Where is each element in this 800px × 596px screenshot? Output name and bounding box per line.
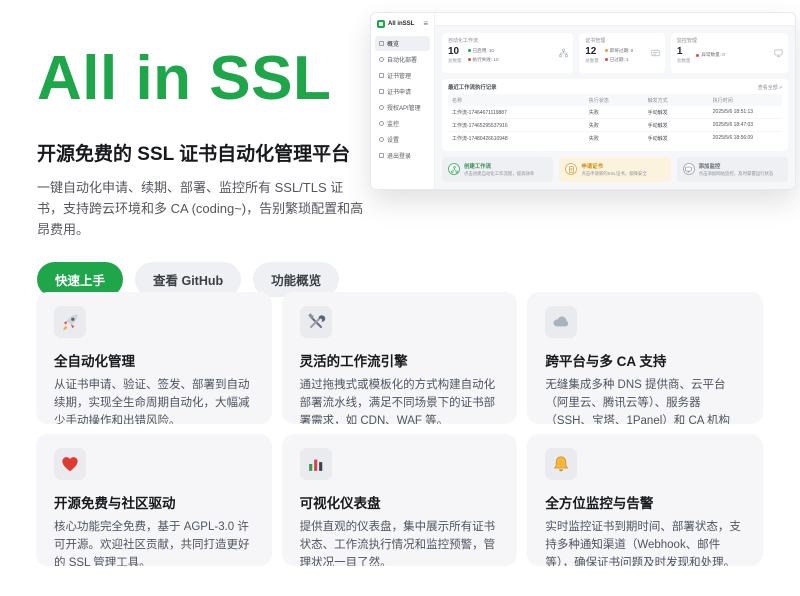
sidebar-item-deploy[interactable]: 自动化部署 xyxy=(375,52,430,67)
gear-icon xyxy=(379,137,384,142)
table-header-row: 名称 执行状态 触发方式 执行时间 xyxy=(448,94,782,106)
feature-card-multi-ca: 跨平台与多 CA 支持 无缝集成多种 DNS 提供商、云平台（阿里云、腾讯云等）… xyxy=(527,292,763,424)
logo-text: All inSSL xyxy=(388,21,420,27)
stat-card-workflows[interactable]: 自动化工作流 10 总数量 已启用: 10 执行失败: 10 xyxy=(442,33,573,73)
apply-certificate-card[interactable]: 申请证书 点击申请新的SSL证书，保障安全 xyxy=(559,157,670,183)
view-all-link[interactable]: 查看全部 > xyxy=(758,84,782,91)
table-title: 最近工作流执行记录 xyxy=(448,83,497,91)
bar-chart-icon xyxy=(300,448,332,480)
certificate-count: 12 xyxy=(585,46,599,57)
feature-title: 跨平台与多 CA 支持 xyxy=(545,350,745,370)
feature-description: 无缝集成多种 DNS 提供商、云平台（阿里云、腾讯云等）、服务器（SSH、宝塔、… xyxy=(545,377,745,424)
heart-icon xyxy=(54,448,86,480)
sidebar-item-api-auth[interactable]: 授权API管理 xyxy=(375,100,430,115)
feature-title: 全方位监控与告警 xyxy=(545,492,745,512)
certificate-manage-icon xyxy=(379,73,384,78)
workflow-add-icon xyxy=(448,163,460,175)
hero-subtitle: 开源免费的 SSL 证书自动化管理平台 xyxy=(37,139,369,166)
feature-title: 灵活的工作流引擎 xyxy=(300,350,500,370)
add-monitor-card[interactable]: 添加监控 点击添加网站监控，及时掌握运行状态 xyxy=(677,157,788,183)
stat-cards: 自动化工作流 10 总数量 已启用: 10 执行失败: 10 xyxy=(442,33,788,73)
feature-description: 提供直观的仪表盘，集中展示所有证书状态、工作流执行情况和监控预警，管理状况一目了… xyxy=(300,519,500,566)
legend-expired: 已过期: 1 xyxy=(605,57,633,63)
hamburger-icon[interactable]: ≡ xyxy=(423,20,428,28)
overview-icon xyxy=(379,41,384,46)
rocket-icon xyxy=(54,306,86,338)
feature-card-monitoring: 全方位监控与告警 实时监控证书到期时间、部署状态，支持多种通知渠道（Webhoo… xyxy=(527,434,763,566)
bell-icon xyxy=(545,448,577,480)
legend-enabled: 已启用: 10 xyxy=(468,48,499,54)
logout-icon xyxy=(379,153,384,158)
feature-description: 核心功能完全免费，基于 AGPL-3.0 许可开源。欢迎社区贡献，共同打造更好的… xyxy=(54,519,254,566)
quick-actions: 创建工作流 点击创建自动化工作流程，提高效率 申请证书 点击申请新的SSL证书，… xyxy=(442,157,788,183)
monitor-menu-icon xyxy=(379,121,384,126)
legend-abnormal: 异常数量: 0 xyxy=(696,52,724,58)
certificate-apply-icon xyxy=(565,163,577,175)
workflow-icon xyxy=(559,49,568,58)
feature-title: 可视化仪表盘 xyxy=(300,492,500,512)
tools-icon xyxy=(300,306,332,338)
feature-card-dashboard: 可视化仪表盘 提供直观的仪表盘，集中展示所有证书状态、工作流执行情况和监控预警，… xyxy=(282,434,518,566)
feature-grid: 全自动化管理 从证书申请、验证、签发、部署到自动续期，实现全生命周期自动化，大幅… xyxy=(36,292,763,566)
feature-card-workflow-engine: 灵活的工作流引擎 通过拖拽式或模板化的方式构建自动化部署流水线，满足不同场景下的… xyxy=(282,292,518,424)
dashboard-logo: All inSSL ≡ xyxy=(375,18,430,32)
table-row[interactable]: 工作流-17465295537916 失败 手动触发 2025/5/6 18:4… xyxy=(448,119,782,132)
monitor-icon xyxy=(774,49,783,58)
sidebar-item-cert-manage[interactable]: 证书管理 xyxy=(375,68,430,83)
dashboard-topbar xyxy=(435,13,795,26)
certificate-apply-menu-icon xyxy=(379,89,384,94)
sidebar-item-monitor[interactable]: 监控 xyxy=(375,116,430,131)
create-workflow-card[interactable]: 创建工作流 点击创建自动化工作流程，提高效率 xyxy=(442,157,553,183)
feature-card-automation: 全自动化管理 从证书申请、验证、签发、部署到自动续期，实现全生命周期自动化，大幅… xyxy=(36,292,272,424)
dashboard-menu: 概览 自动化部署 证书管理 证书申请 授权API管理 监控 设置 xyxy=(375,36,430,163)
recent-workflows-card: 最近工作流执行记录 查看全部 > 名称 执行状态 触发方式 执行时间 工作流-1… xyxy=(442,79,788,151)
sidebar-item-logout[interactable]: 退出登录 xyxy=(375,148,430,163)
dashboard-screenshot: All inSSL ≡ 概览 自动化部署 证书管理 证书申请 授权API管理 监 xyxy=(370,12,796,190)
feature-title: 全自动化管理 xyxy=(54,350,254,370)
hero-description: 一键自动化申请、续期、部署、监控所有 SSL/TLS 证书，支持跨云环境和多 C… xyxy=(37,178,369,240)
certificate-icon xyxy=(651,49,660,58)
monitor-count: 1 xyxy=(677,46,691,57)
workflow-count: 10 xyxy=(448,46,462,57)
stat-card-monitors[interactable]: 监控管理 1 总数量 异常数量: 0 xyxy=(671,33,788,73)
stat-card-certificates[interactable]: 证书管理 12 总数量 即将过期: 0 已过期: 1 xyxy=(579,33,665,73)
feature-description: 实时监控证书到期时间、部署状态，支持多种通知渠道（Webhook、邮件等），确保… xyxy=(545,519,745,566)
page-title: All in SSL xyxy=(37,46,369,111)
feature-description: 从证书申请、验证、签发、部署到自动续期，实现全生命周期自动化，大幅减少手动操作和… xyxy=(54,377,254,424)
api-auth-icon xyxy=(379,105,384,110)
dashboard-sidebar: All inSSL ≡ 概览 自动化部署 证书管理 证书申请 授权API管理 监 xyxy=(371,13,435,189)
deploy-icon xyxy=(379,57,384,62)
table-row[interactable]: 工作流-17464671119887 失败 手动触发 2025/5/6 18:5… xyxy=(448,106,782,119)
table-row[interactable]: 工作流-17480426610948 失败 手动触发 2025/5/6 18:5… xyxy=(448,132,782,144)
legend-expiring: 即将过期: 0 xyxy=(605,48,633,54)
monitor-add-icon xyxy=(683,163,695,175)
feature-description: 通过拖拽式或模板化的方式构建自动化部署流水线，满足不同场景下的证书部署需求，如 … xyxy=(300,377,500,424)
sidebar-item-settings[interactable]: 设置 xyxy=(375,132,430,147)
logo-icon xyxy=(377,20,385,28)
hero-section: All in SSL 开源免费的 SSL 证书自动化管理平台 一键自动化申请、续… xyxy=(37,46,369,297)
cloud-icon xyxy=(545,306,577,338)
feature-card-open-source: 开源免费与社区驱动 核心功能完全免费，基于 AGPL-3.0 许可开源。欢迎社区… xyxy=(36,434,272,566)
legend-failed: 执行失败: 10 xyxy=(468,57,499,63)
sidebar-item-cert-apply[interactable]: 证书申请 xyxy=(375,84,430,99)
dashboard-content: 自动化工作流 10 总数量 已启用: 10 执行失败: 10 xyxy=(435,26,795,189)
feature-title: 开源免费与社区驱动 xyxy=(54,492,254,512)
sidebar-item-overview[interactable]: 概览 xyxy=(375,36,430,51)
dashboard-main: 自动化工作流 10 总数量 已启用: 10 执行失败: 10 xyxy=(435,13,795,189)
